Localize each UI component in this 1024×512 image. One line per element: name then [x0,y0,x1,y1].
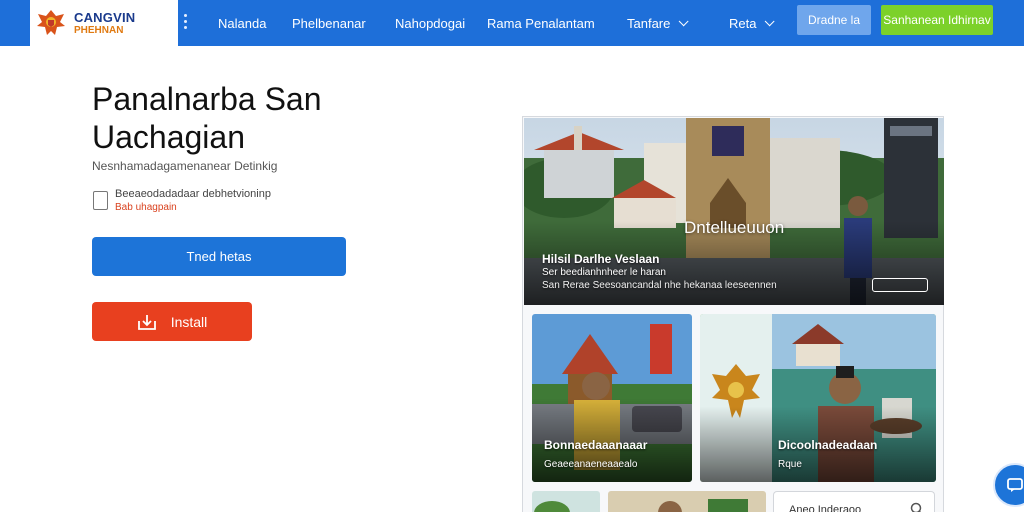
thumb-photo [608,491,766,512]
checkbox-label: Beeaeodadadaar debhetvioninp [115,188,271,200]
card-caption: Bonnaedaaanaaar [544,438,648,452]
top-navbar: CANGVIN PHEHNAN Nalanda Phelbenanar Naho… [0,0,1024,46]
card-photo [532,314,692,482]
brand-logo[interactable]: CANGVIN PHEHNAN [30,0,178,46]
nav-cta-button[interactable]: Sanhanean Idhirnav [881,5,993,35]
consent-checkbox[interactable] [93,191,108,210]
card-subcaption: Geaeeanaeneaaealo [544,459,638,470]
hero-caption-title: Hilsil Darlhe Veslaan [542,252,660,266]
checkbox-sublabel[interactable]: Bab uhagpain [115,202,177,213]
chevron-down-icon [679,15,689,26]
install-label: Install [170,313,208,330]
chevron-down-icon [765,15,776,26]
chat-widget-button[interactable] [993,463,1024,507]
page-subtitle: Nesnhamadagamenanear Detinkig [92,159,278,173]
garuda-emblem-icon [37,10,65,35]
install-button[interactable]: Install [92,302,252,341]
hero-center-label: Dntellueuuon [684,218,785,237]
gallery-thumb[interactable] [608,491,766,512]
gallery-card[interactable]: Dicoolnadeadaan Rque [700,314,936,482]
nav-item-6-dropdown[interactable]: Reta [729,0,776,46]
vertical-dots-icon[interactable] [184,14,188,30]
nav-item-2[interactable]: Phelbenanar [292,0,366,46]
page-title: Panalnarba San Uachagian [92,81,322,155]
hero-caption-line: Ser beedianhnheer le haran [542,267,666,278]
gallery-hero-image[interactable]: Dntellueuuon Hilsil Darlhe Veslaan Ser b… [524,118,944,305]
nav-item-4[interactable]: Rama Penalantam [487,0,595,46]
gallery-search-card[interactable]: Aneo Inderaoo [773,491,935,512]
chat-icon [1007,478,1023,492]
brand-name: CANGVIN [74,9,136,25]
page: CANGVIN PHEHNAN Nalanda Phelbenanar Naho… [0,0,1024,512]
brand-subname: PHEHNAN [74,24,124,36]
nav-item-1[interactable]: Nalanda [218,0,266,46]
search-icon [910,502,922,512]
card-photo [700,314,936,482]
install-icon [137,314,156,330]
nav-item-5-dropdown[interactable]: Tanfare [627,0,689,46]
nav-item-3[interactable]: Nahopdogai [395,0,465,46]
gallery-card[interactable]: Bonnaedaaanaaar Geaeeanaeneaaealo [532,314,692,482]
hero-caption-line: San Rerae Seesoancandal nhe hekanaa lees… [542,280,777,291]
card-caption: Dicoolnadeadaan [778,438,878,452]
primary-action-button[interactable]: Tned hetas [92,237,346,276]
photo-gallery: Dntellueuuon Hilsil Darlhe Veslaan Ser b… [522,116,944,512]
thumb-photo [532,491,600,512]
search-card-text: Aneo Inderaoo [789,504,862,512]
gallery-thumb[interactable] [532,491,600,512]
nav-secondary-button[interactable]: Dradne la [797,5,871,35]
card-subcaption: Rque [778,459,802,470]
hero-pill-button[interactable] [872,278,928,292]
